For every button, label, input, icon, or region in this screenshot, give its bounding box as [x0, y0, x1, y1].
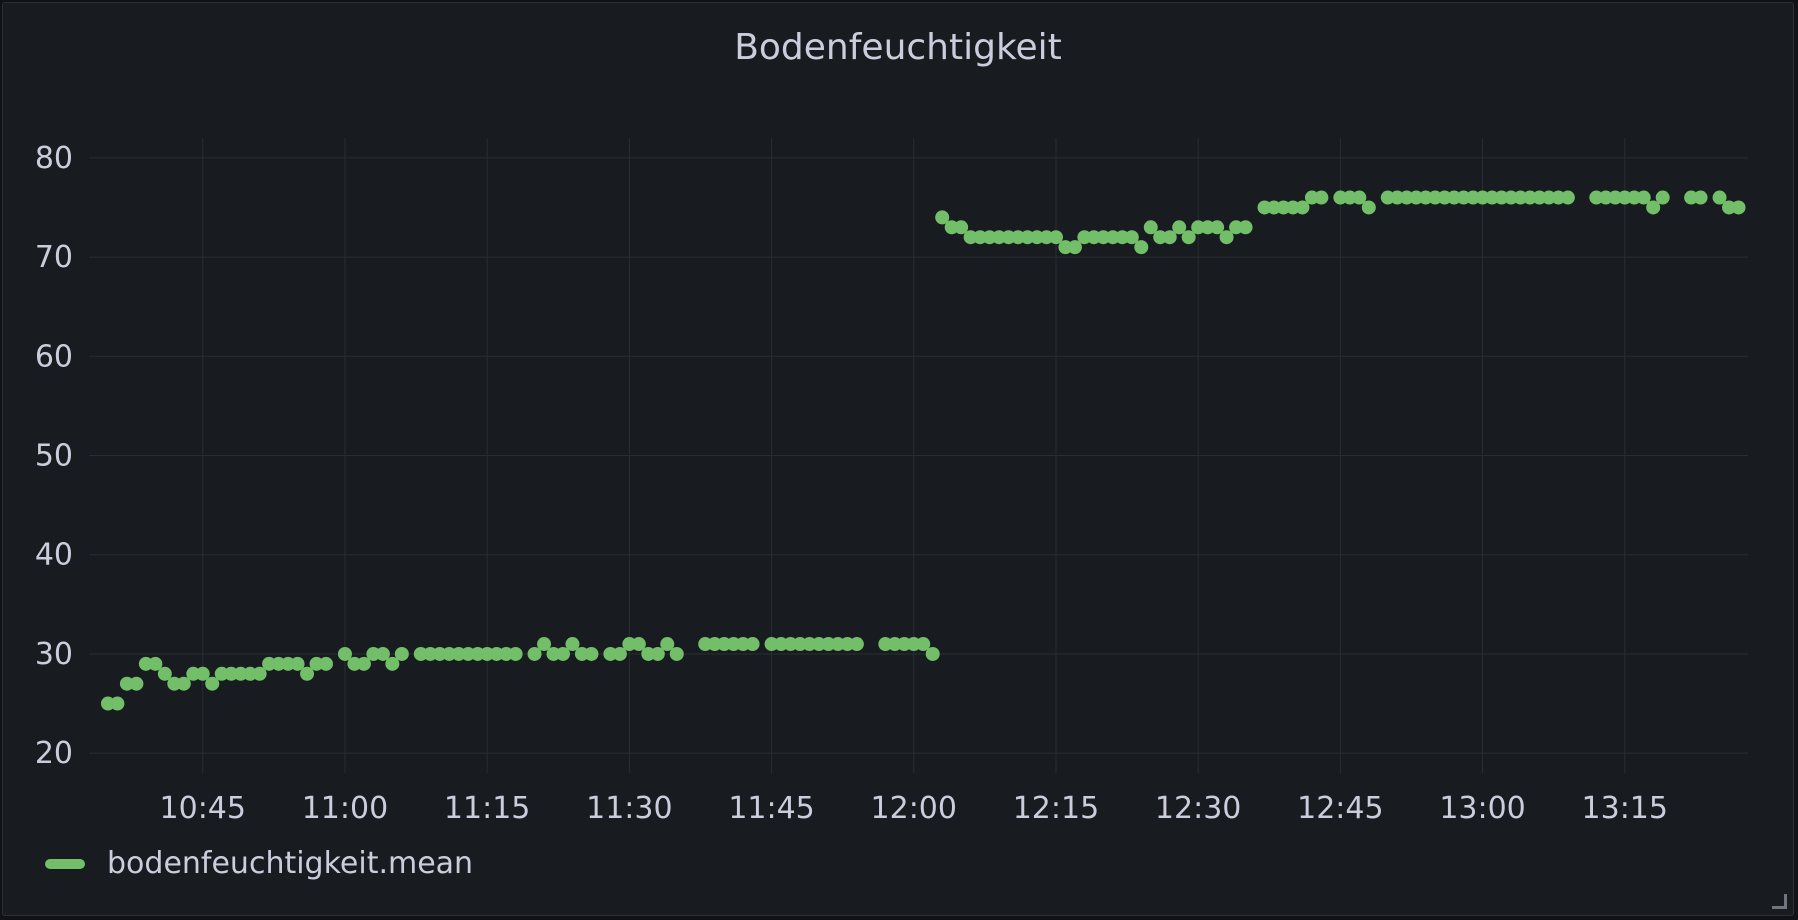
- data-point: [849, 637, 864, 652]
- y-tick-label: 20: [35, 736, 73, 771]
- data-point: [925, 646, 940, 661]
- x-tick-label: 10:45: [160, 791, 246, 826]
- x-tick-label: 13:15: [1582, 791, 1668, 826]
- y-tick-label: 50: [35, 439, 73, 474]
- x-tick-label: 12:15: [1013, 791, 1099, 826]
- x-tick-label: 12:00: [871, 791, 957, 826]
- x-tick-label: 11:15: [444, 791, 530, 826]
- scatter-plot: 20 30 40 50 60 70 80 10:45 11:00 11:15 11:30 11:45 1…: [35, 138, 1748, 826]
- data-point: [1134, 240, 1149, 255]
- y-tick-label: 40: [35, 538, 73, 573]
- y-tick-label: 80: [35, 141, 73, 176]
- resize-handle-icon[interactable]: [1772, 894, 1787, 909]
- legend-label: bodenfeuchtigkeit.mean: [107, 846, 474, 881]
- data-point: [584, 646, 599, 661]
- x-tick-label: 11:00: [302, 791, 388, 826]
- x-tick-label: 12:30: [1155, 791, 1241, 826]
- data-point: [1693, 190, 1708, 205]
- y-tick-label: 70: [35, 240, 73, 275]
- data-point: [508, 646, 523, 661]
- legend[interactable]: bodenfeuchtigkeit.mean: [45, 846, 473, 881]
- data-point: [1361, 200, 1376, 215]
- data-point: [669, 646, 684, 661]
- data-point: [129, 676, 144, 691]
- y-tick-label: 30: [35, 637, 73, 672]
- data-point: [319, 656, 333, 671]
- x-tick-label: 12:45: [1297, 791, 1383, 826]
- x-tick-label: 13:00: [1439, 791, 1525, 826]
- data-point: [1560, 190, 1575, 205]
- data-point: [394, 646, 409, 661]
- x-tick-label: 11:30: [586, 791, 672, 826]
- data-point: [1238, 220, 1253, 235]
- y-tick-label: 60: [35, 339, 73, 374]
- data-point: [1314, 190, 1329, 205]
- legend-swatch: [45, 858, 85, 869]
- data-point: [110, 696, 125, 711]
- data-point: [1655, 190, 1670, 205]
- x-tick-label: 11:45: [728, 791, 814, 826]
- data-point: [745, 637, 760, 652]
- chart-panel: Bodenfeuchtigkeit 20 30 40 50 60 70 80 10:45 11:…: [2, 2, 1794, 916]
- data-point: [1731, 200, 1746, 215]
